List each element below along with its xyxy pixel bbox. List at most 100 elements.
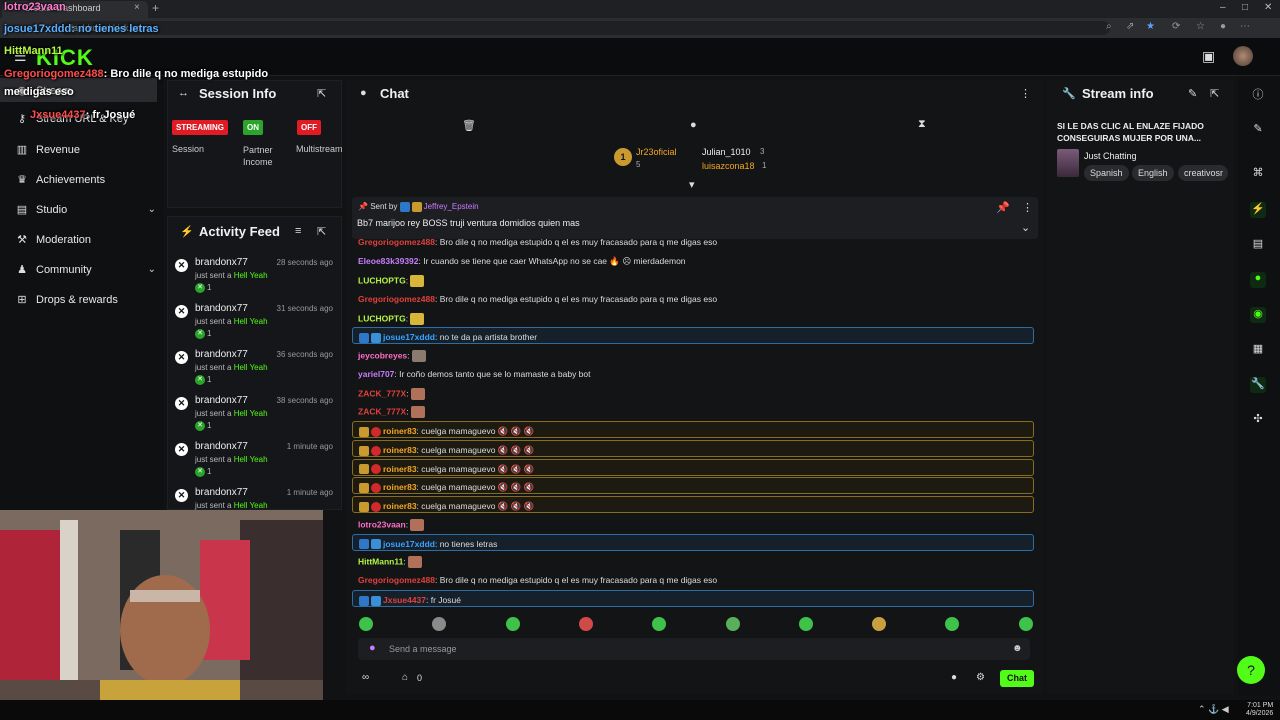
close-circle-icon[interactable]: ✕ xyxy=(175,489,188,502)
share-icon[interactable]: ⇗ xyxy=(1126,21,1134,32)
chat-username[interactable]: roiner83 xyxy=(383,445,417,455)
chat-message[interactable]: ZACK_777X: xyxy=(352,384,1034,401)
close-circle-icon[interactable]: ✕ xyxy=(175,397,188,410)
chat-icon[interactable]: ● xyxy=(1250,272,1266,288)
chat-message[interactable]: roiner83: cuelga mamaguevo 🔇 🔇 🔇 xyxy=(352,496,1034,513)
chat-username[interactable]: josue17xddd xyxy=(383,539,435,549)
chat-username[interactable]: roiner83 xyxy=(383,482,417,492)
apps-icon[interactable]: ✣ xyxy=(1250,412,1266,428)
sidebar-item-achievements[interactable]: ♛ Achievements xyxy=(16,173,156,187)
chat-message[interactable]: LUCHOPTG: xyxy=(352,309,1034,326)
maximize-icon[interactable]: □ xyxy=(1242,2,1248,13)
chat-username[interactable]: Eleoe83k39392 xyxy=(358,256,419,266)
profile-icon[interactable]: ● xyxy=(1220,21,1226,32)
activity-username[interactable]: brandonx77 xyxy=(195,257,248,268)
chat-input[interactable] xyxy=(358,638,1030,660)
chat-message[interactable]: jeycobreyes: xyxy=(352,346,1034,363)
more-vertical-icon[interactable]: ⋮ xyxy=(1020,87,1031,100)
bot-icon[interactable]: ⌘ xyxy=(1250,166,1266,182)
zoom-icon[interactable]: ⌕ xyxy=(1106,21,1112,32)
quick-emote-icon[interactable] xyxy=(578,617,593,631)
more-vertical-icon[interactable]: ⋮ xyxy=(1022,201,1033,214)
pin-icon[interactable]: 📌 xyxy=(996,201,1010,214)
popout-icon[interactable]: ⇱ xyxy=(317,87,326,100)
chat-bubble-icon[interactable]: ● xyxy=(951,672,957,683)
chat-message[interactable]: Gregoriogomez488: Bro dile q no mediga e… xyxy=(352,290,1034,307)
chat-username[interactable]: josue17xddd xyxy=(383,332,435,342)
edit-icon[interactable]: ✎ xyxy=(1188,87,1197,100)
chat-message[interactable]: roiner83: cuelga mamaguevo 🔇 🔇 🔇 xyxy=(352,477,1034,495)
sidebar-item-moderation[interactable]: ⚒ Moderation xyxy=(16,233,156,247)
layers-icon[interactable]: ▦ xyxy=(1250,342,1266,358)
chevron-down-icon[interactable]: ⌄ xyxy=(148,264,156,275)
quick-emote-icon[interactable] xyxy=(1018,617,1033,631)
minimize-icon[interactable]: – xyxy=(1220,2,1226,13)
chat-username[interactable]: lotro23vaan xyxy=(358,519,406,529)
close-circle-icon[interactable]: ✕ xyxy=(175,305,188,318)
chat-username[interactable]: jeycobreyes xyxy=(358,350,407,360)
tag[interactable]: English xyxy=(1132,165,1174,181)
clock[interactable]: 7:01 PM 4/9/2026 xyxy=(1246,702,1273,718)
activity-username[interactable]: brandonx77 xyxy=(195,303,248,314)
mic-icon[interactable]: ● xyxy=(369,642,376,654)
chat-message[interactable]: Eleoe83k39392: Ir cuando se tiene que ca… xyxy=(352,252,1034,269)
sidebar-item-revenue[interactable]: ▥ Revenue xyxy=(16,143,156,157)
leaderboard-name[interactable]: luisazcona18 xyxy=(702,161,755,171)
chat-username[interactable]: LUCHOPTG xyxy=(358,313,406,323)
send-chat-button[interactable]: Chat xyxy=(1000,670,1034,687)
chat-message[interactable]: josue17xddd: no te da pa artista brother xyxy=(352,327,1034,345)
activity-username[interactable]: brandonx77 xyxy=(195,487,248,498)
chat-username[interactable]: Jxsue4437 xyxy=(383,595,426,605)
chat-message[interactable]: roiner83: cuelga mamaguevo 🔇 🔇 🔇 xyxy=(352,421,1034,438)
quick-emote-icon[interactable] xyxy=(872,617,887,631)
pencil-icon[interactable]: ✎ xyxy=(1250,122,1266,138)
tag[interactable]: Spanish xyxy=(1084,165,1129,181)
tab-close-icon[interactable]: × xyxy=(134,2,140,13)
pinned-sender[interactable]: Jeffrey_Epstein xyxy=(424,202,479,211)
sidebar-item-drops-rewards[interactable]: ⊞ Drops & rewards xyxy=(16,293,156,307)
gear-icon[interactable]: ⚙ xyxy=(976,672,985,683)
wrench-icon[interactable]: 🔧 xyxy=(1250,377,1266,393)
activity-username[interactable]: brandonx77 xyxy=(195,395,248,406)
chat-message[interactable]: Gregoriogomez488: Bro dile q no mediga e… xyxy=(352,237,1034,250)
chat-message[interactable]: lotro23vaan: xyxy=(352,515,1034,532)
address-input[interactable]: dashboard.kick.com xyxy=(60,21,1110,35)
chat-username[interactable]: Gregoriogomez488 xyxy=(358,237,435,247)
chat-message[interactable]: roiner83: cuelga mamaguevo 🔇 🔇 🔇 xyxy=(352,458,1034,476)
new-tab-button[interactable]: + xyxy=(152,1,159,15)
category-thumbnail[interactable] xyxy=(1057,149,1079,177)
quick-emote-icon[interactable] xyxy=(725,617,740,631)
menu-dots-icon[interactable]: ⋯ xyxy=(1240,21,1250,32)
chat-username[interactable]: ZACK_777X xyxy=(358,388,406,398)
avatar[interactable] xyxy=(1233,46,1253,66)
activity-username[interactable]: brandonx77 xyxy=(195,441,248,452)
tray-icons[interactable]: ⌃ ⚓ ◀ xyxy=(1198,704,1229,715)
chat-message[interactable]: josue17xddd: no tienes letras xyxy=(352,533,1034,551)
help-button[interactable]: ? xyxy=(1237,656,1265,684)
chat-message[interactable]: HittMann11: xyxy=(352,552,1034,569)
sidebar-item-studio[interactable]: ▤ Studio ⌄ xyxy=(16,203,156,217)
collapse-icon[interactable]: ▾ xyxy=(689,178,695,191)
quick-emote-icon[interactable] xyxy=(359,617,373,631)
filter-icon[interactable]: ≡ xyxy=(295,225,301,237)
sidebar-item-community[interactable]: ♟ Community ⌄ xyxy=(16,263,156,277)
bookmark-star-icon[interactable]: ★ xyxy=(1146,21,1155,32)
quick-emote-icon[interactable] xyxy=(505,617,520,631)
chat-username[interactable]: ZACK_777X xyxy=(358,407,406,417)
close-circle-icon[interactable]: ✕ xyxy=(175,351,188,364)
info-icon[interactable]: ⓘ xyxy=(1250,86,1266,102)
category-name[interactable]: Just Chatting xyxy=(1084,151,1137,161)
chat-username[interactable]: LUCHOPTG xyxy=(358,275,406,285)
chat-message[interactable]: roiner83: cuelga mamaguevo 🔇 🔇 🔇 xyxy=(352,439,1034,457)
chat-message[interactable]: Jxsue4437: fr Josué xyxy=(352,589,1034,607)
popout-icon[interactable]: ⇱ xyxy=(1210,87,1219,100)
hourglass-icon[interactable]: ⧗ xyxy=(918,118,926,131)
close-circle-icon[interactable]: ✕ xyxy=(175,259,188,272)
activity-username[interactable]: brandonx77 xyxy=(195,349,248,360)
leaderboard-name[interactable]: Julian_1010 xyxy=(702,147,751,157)
trash-icon[interactable]: 🗑 xyxy=(462,119,476,132)
wallet-icon[interactable]: ▣ xyxy=(1202,48,1215,65)
chevron-down-icon[interactable]: ⌄ xyxy=(148,204,156,215)
close-circle-icon[interactable]: ✕ xyxy=(175,443,188,456)
emoji-icon[interactable]: ☻ xyxy=(1012,643,1023,654)
